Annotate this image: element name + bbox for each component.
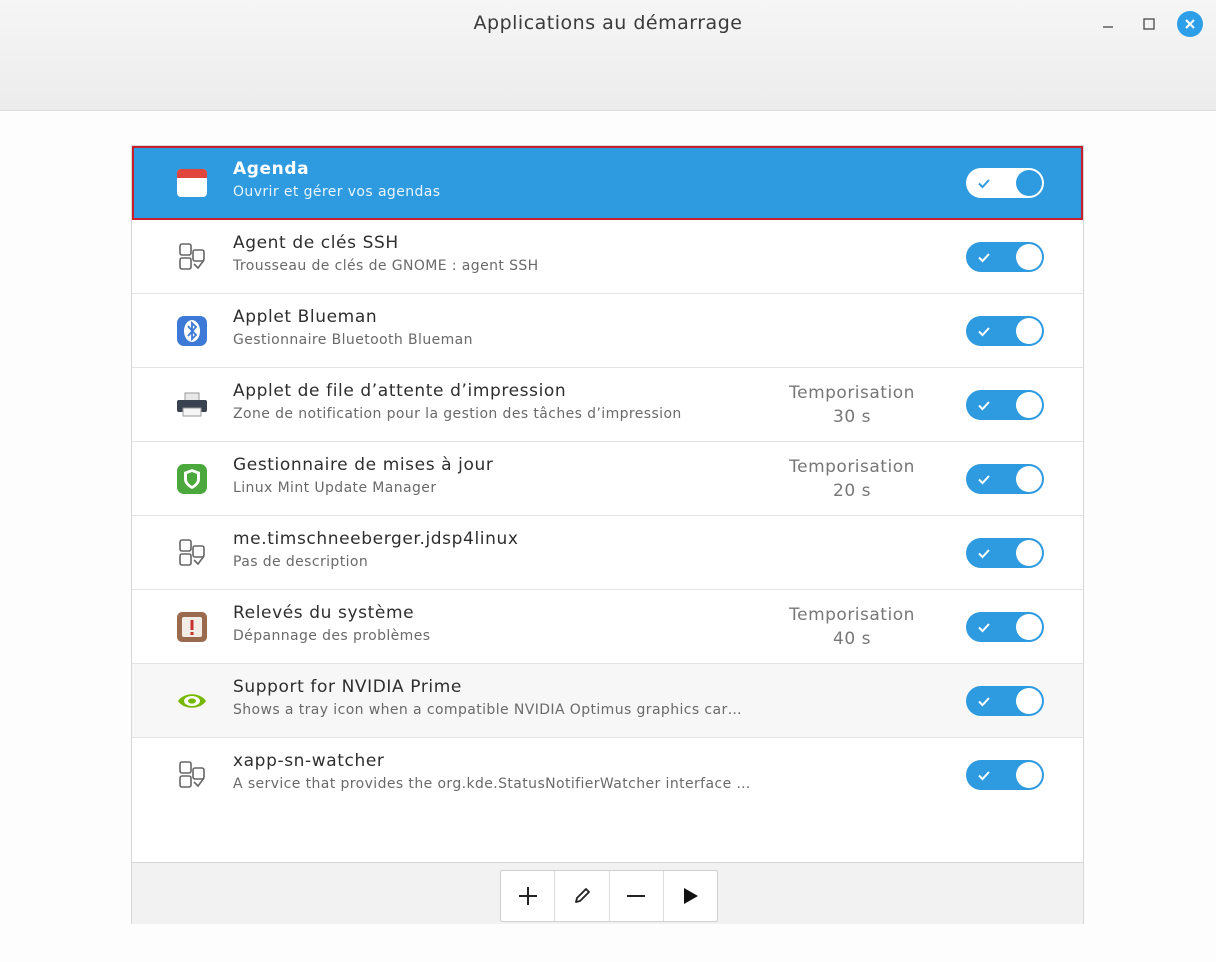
generic-app-icon bbox=[174, 757, 210, 793]
switch-knob bbox=[1016, 466, 1042, 492]
minimize-button[interactable] bbox=[1094, 10, 1122, 38]
enable-switch[interactable] bbox=[966, 760, 1044, 790]
list-item-ssh-agent[interactable]: Agent de clés SSH Trousseau de clés de G… bbox=[132, 220, 1083, 294]
app-description: Gestionnaire Bluetooth Blueman bbox=[233, 332, 473, 348]
check-icon bbox=[978, 623, 990, 633]
app-description: Ouvrir et gérer vos agendas bbox=[233, 184, 441, 200]
delay-info: Temporisation 40 s bbox=[772, 603, 932, 651]
app-description: A service that provides the org.kde.Stat… bbox=[233, 776, 751, 792]
maximize-button[interactable] bbox=[1135, 10, 1163, 38]
list-item-jdsp4linux[interactable]: me.timschneeberger.jdsp4linux Pas de des… bbox=[132, 516, 1083, 590]
enable-switch[interactable] bbox=[966, 242, 1044, 272]
edit-icon bbox=[574, 888, 590, 903]
check-icon bbox=[978, 401, 990, 411]
bluetooth-icon bbox=[174, 313, 210, 349]
add-button[interactable] bbox=[501, 871, 556, 921]
switch-knob bbox=[1016, 614, 1042, 640]
close-button[interactable] bbox=[1176, 10, 1204, 38]
delay-value: 40 s bbox=[833, 629, 871, 649]
check-icon bbox=[978, 327, 990, 337]
app-description: Pas de description bbox=[233, 554, 369, 570]
switch-knob bbox=[1016, 244, 1042, 270]
switch-knob bbox=[1016, 762, 1042, 788]
delay-label: Temporisation bbox=[789, 605, 915, 625]
list-item-system-reports[interactable]: Relevés du système Dépannage des problèm… bbox=[132, 590, 1083, 664]
app-name: Applet Blueman bbox=[233, 307, 378, 327]
app-name: Agenda bbox=[233, 159, 310, 179]
edit-button[interactable] bbox=[555, 871, 610, 921]
remove-button[interactable] bbox=[610, 871, 664, 921]
close-icon bbox=[1185, 19, 1195, 29]
delay-value: 20 s bbox=[833, 481, 871, 501]
nvidia-icon bbox=[174, 683, 210, 719]
list-toolbar-area bbox=[132, 862, 1083, 924]
enable-switch[interactable] bbox=[966, 168, 1044, 198]
remove-icon bbox=[627, 895, 646, 897]
delay-value: 30 s bbox=[833, 407, 871, 427]
list-item-nvidia-prime[interactable]: Support for NVIDIA Prime Shows a tray ic… bbox=[132, 664, 1083, 738]
check-icon bbox=[978, 253, 990, 263]
delay-info: Temporisation 20 s bbox=[772, 455, 932, 503]
app-description: Linux Mint Update Manager bbox=[233, 480, 437, 496]
run-icon bbox=[684, 888, 699, 904]
warning-report-icon bbox=[174, 609, 210, 645]
list-item-agenda[interactable]: Agenda Ouvrir et gérer vos agendas bbox=[132, 146, 1083, 220]
window-title: Applications au démarrage bbox=[473, 12, 743, 34]
startup-app-list: Agenda Ouvrir et gérer vos agendas Agent… bbox=[132, 146, 1083, 862]
delay-label: Temporisation bbox=[789, 457, 915, 477]
generic-app-icon bbox=[174, 239, 210, 275]
calendar-icon bbox=[174, 165, 210, 201]
enable-switch[interactable] bbox=[966, 316, 1044, 346]
switch-knob bbox=[1016, 318, 1042, 344]
app-name: Relevés du système bbox=[233, 603, 415, 623]
switch-knob bbox=[1016, 170, 1042, 196]
startup-applications-window: Applications au démarrage Agenda Ouvrir … bbox=[0, 0, 1216, 962]
list-item-xapp-sn-watcher[interactable]: xapp-sn-watcher A service that provides … bbox=[132, 738, 1083, 812]
title-bar: Applications au démarrage bbox=[0, 0, 1216, 111]
delay-info: Temporisation 30 s bbox=[772, 381, 932, 429]
app-name: xapp-sn-watcher bbox=[233, 751, 385, 771]
generic-app-icon bbox=[174, 535, 210, 571]
printer-icon bbox=[174, 387, 210, 423]
app-description: Trousseau de clés de GNOME : agent SSH bbox=[233, 258, 539, 274]
switch-knob bbox=[1016, 688, 1042, 714]
check-icon bbox=[978, 475, 990, 485]
app-name: Applet de file d’attente d’impression bbox=[233, 381, 567, 401]
app-name: Gestionnaire de mises à jour bbox=[233, 455, 494, 475]
app-description: Shows a tray icon when a compatible NVID… bbox=[233, 702, 743, 718]
enable-switch[interactable] bbox=[966, 464, 1044, 494]
add-icon bbox=[518, 887, 537, 905]
run-button[interactable] bbox=[664, 871, 717, 921]
switch-knob bbox=[1016, 540, 1042, 566]
check-icon bbox=[978, 697, 990, 707]
startup-list-panel: Agenda Ouvrir et gérer vos agendas Agent… bbox=[131, 145, 1084, 924]
minimize-icon bbox=[1103, 26, 1113, 28]
app-name: Agent de clés SSH bbox=[233, 233, 399, 253]
enable-switch[interactable] bbox=[966, 538, 1044, 568]
check-icon bbox=[978, 771, 990, 781]
app-name: me.timschneeberger.jdsp4linux bbox=[233, 529, 519, 549]
list-item-print-applet[interactable]: Applet de file d’attente d’impression Zo… bbox=[132, 368, 1083, 442]
app-description: Zone de notification pour la gestion des… bbox=[233, 406, 682, 422]
app-name: Support for NVIDIA Prime bbox=[233, 677, 462, 697]
list-item-blueman[interactable]: Applet Blueman Gestionnaire Bluetooth Bl… bbox=[132, 294, 1083, 368]
app-description: Dépannage des problèmes bbox=[233, 628, 431, 644]
enable-switch[interactable] bbox=[966, 390, 1044, 420]
list-toolbar bbox=[500, 870, 718, 922]
check-icon bbox=[978, 549, 990, 559]
switch-knob bbox=[1016, 392, 1042, 418]
shield-icon bbox=[174, 461, 210, 497]
delay-label: Temporisation bbox=[789, 383, 915, 403]
list-item-update-manager[interactable]: Gestionnaire de mises à jour Linux Mint … bbox=[132, 442, 1083, 516]
check-icon bbox=[978, 179, 990, 189]
enable-switch[interactable] bbox=[966, 612, 1044, 642]
enable-switch[interactable] bbox=[966, 686, 1044, 716]
maximize-icon bbox=[1143, 18, 1155, 30]
